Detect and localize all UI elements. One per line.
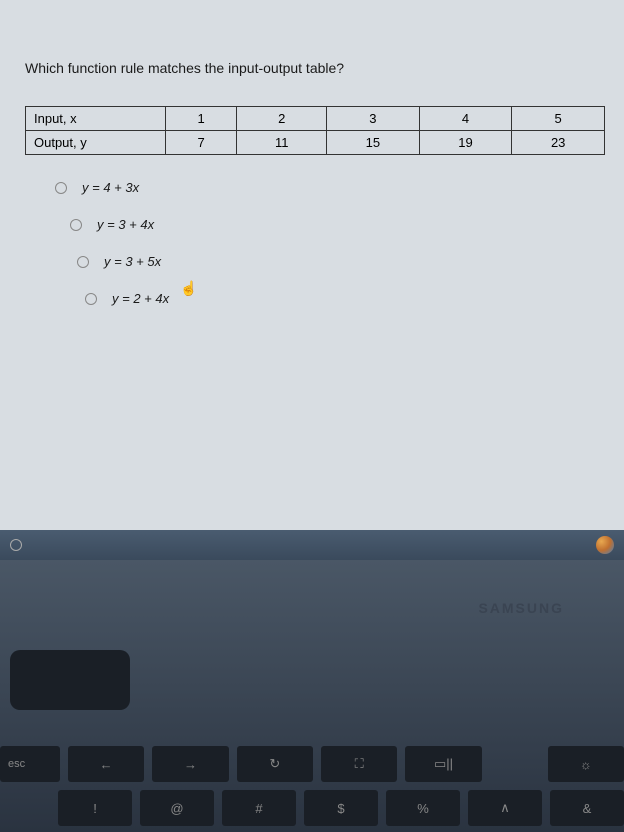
row-label: Input, x	[26, 107, 166, 131]
radio-icon	[77, 256, 89, 268]
cursor-icon: ☝	[180, 280, 197, 297]
quiz-content: Which function rule matches the input-ou…	[0, 0, 624, 358]
keyboard: esc ← → ↻ ⛶ ▭|| ☼ ! @ # $ % ∧ &	[0, 742, 624, 832]
option-label: y = 2 + 4x	[112, 291, 169, 306]
option-c[interactable]: y = 3 + 5x	[55, 254, 599, 269]
key-3[interactable]: #	[222, 790, 296, 826]
table-row: Input, x 1 2 3 4 5	[26, 107, 605, 131]
row-label: Output, y	[26, 131, 166, 155]
esc-key[interactable]: esc	[0, 746, 60, 782]
key-7[interactable]: &	[550, 790, 624, 826]
fullscreen-key[interactable]: ⛶	[321, 746, 397, 782]
cell: 7	[166, 131, 237, 155]
answer-options: y = 4 + 3x y = 3 + 4x y = 3 + 5x y = 2 +…	[25, 180, 599, 306]
hinge	[10, 650, 130, 710]
cell: 23	[512, 131, 605, 155]
option-label: y = 3 + 4x	[97, 217, 154, 232]
reload-key[interactable]: ↻	[237, 746, 313, 782]
key-row-2: ! @ # $ % ∧ &	[0, 786, 624, 830]
key-5[interactable]: %	[386, 790, 460, 826]
cell: 2	[237, 107, 327, 131]
spacer	[490, 746, 540, 782]
launcher-icon[interactable]	[10, 539, 22, 551]
laptop-body: SAMSUNG esc ← → ↻ ⛶ ▭|| ☼ ! @ # $ % ∧ &	[0, 560, 624, 832]
radio-icon	[85, 293, 97, 305]
table-row: Output, y 7 11 15 19 23	[26, 131, 605, 155]
brightness-key[interactable]: ☼	[548, 746, 624, 782]
option-d[interactable]: y = 2 + 4x	[55, 291, 599, 306]
chrome-icon[interactable]	[596, 536, 614, 554]
input-output-table: Input, x 1 2 3 4 5 Output, y 7 11 15 19 …	[25, 106, 605, 155]
cell: 11	[237, 131, 327, 155]
cell: 4	[419, 107, 512, 131]
spacer	[0, 790, 50, 826]
radio-icon	[55, 182, 67, 194]
cell: 5	[512, 107, 605, 131]
key-1[interactable]: !	[58, 790, 132, 826]
question-text: Which function rule matches the input-ou…	[25, 60, 599, 76]
back-key[interactable]: ←	[68, 746, 144, 782]
cell: 19	[419, 131, 512, 155]
key-2[interactable]: @	[140, 790, 214, 826]
brand-label: SAMSUNG	[478, 600, 564, 616]
radio-icon	[70, 219, 82, 231]
switch-key[interactable]: ▭||	[405, 746, 481, 782]
option-a[interactable]: y = 4 + 3x	[55, 180, 599, 195]
key-4[interactable]: $	[304, 790, 378, 826]
option-b[interactable]: y = 3 + 4x	[55, 217, 599, 232]
cell: 15	[327, 131, 420, 155]
key-6[interactable]: ∧	[468, 790, 542, 826]
option-label: y = 4 + 3x	[82, 180, 139, 195]
taskbar	[0, 530, 624, 560]
key-row-1: esc ← → ↻ ⛶ ▭|| ☼	[0, 742, 624, 786]
cell: 3	[327, 107, 420, 131]
option-label: y = 3 + 5x	[104, 254, 161, 269]
cell: 1	[166, 107, 237, 131]
forward-key[interactable]: →	[152, 746, 228, 782]
screen-area: Which function rule matches the input-ou…	[0, 0, 624, 560]
